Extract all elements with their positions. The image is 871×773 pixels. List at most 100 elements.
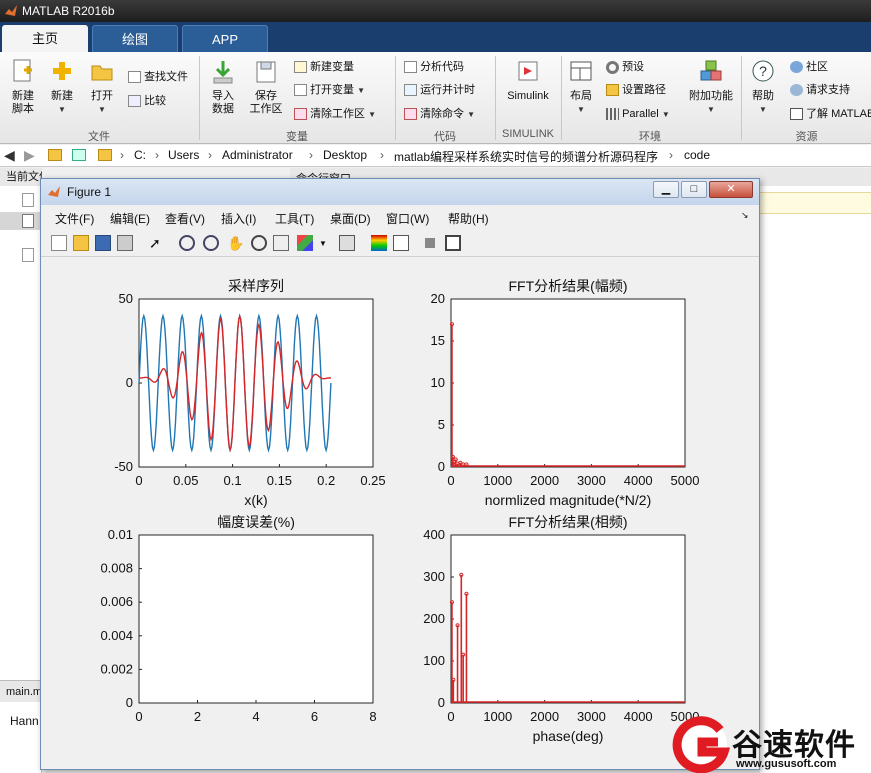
compare-button[interactable]: 比较: [128, 94, 166, 108]
breadcrumb-item[interactable]: Users: [168, 148, 199, 162]
clear-workspace-button[interactable]: 清除工作区 ▼: [294, 107, 376, 122]
x-tick-label: 0: [135, 709, 142, 724]
colorbar-icon[interactable]: [371, 235, 387, 251]
save-workspace-button[interactable]: 保存 工作区: [246, 58, 286, 116]
breadcrumb-separator: ›: [380, 148, 384, 162]
legend-icon[interactable]: [393, 235, 409, 251]
brush-icon[interactable]: [297, 235, 313, 251]
set-path-label: 设置路径: [622, 84, 667, 96]
breadcrumb-item[interactable]: Administrator: [222, 148, 293, 162]
minimize-button[interactable]: ▁: [653, 181, 679, 198]
layout-button[interactable]: 布局 ▼: [566, 58, 596, 116]
zoom-in-icon[interactable]: [179, 235, 195, 251]
menu-window[interactable]: 窗口(W): [386, 210, 429, 227]
run-and-time-icon: [404, 84, 417, 97]
tab-apps[interactable]: APP: [182, 25, 268, 52]
pointer-arrow-icon[interactable]: ➚: [149, 235, 165, 251]
tab-plots[interactable]: 绘图: [92, 25, 178, 52]
browse-folder-icon[interactable]: [72, 149, 86, 161]
dock-arrow-icon[interactable]: ↘: [741, 210, 749, 221]
chevron-down-icon: ▼: [577, 105, 585, 114]
open-file-icon[interactable]: [73, 235, 89, 251]
x-tick-label: 5000: [671, 473, 700, 488]
y-tick-label: 15: [431, 333, 445, 348]
breadcrumb-separator: ›: [120, 148, 124, 162]
import-data-button[interactable]: 导入 数据: [206, 58, 240, 116]
hide-plot-tools-icon[interactable]: [425, 238, 435, 248]
breadcrumb-item[interactable]: Desktop: [323, 148, 367, 162]
group-label-variable: 变量: [286, 131, 308, 143]
axes-box: [450, 298, 686, 468]
x-axis-label: normlized magnitude(*N/2): [485, 492, 652, 508]
analyze-code-label: 分析代码: [420, 61, 465, 73]
new-figure-icon[interactable]: [51, 235, 67, 251]
breadcrumb-item[interactable]: matlab编程采样系统实时信号的频谱分析源码程序: [394, 148, 658, 165]
show-plot-tools-icon[interactable]: [445, 235, 461, 251]
breadcrumb-item[interactable]: C:: [134, 148, 146, 162]
selected-file-row[interactable]: [0, 212, 42, 230]
help-question-icon: ?: [752, 60, 774, 82]
set-path-button[interactable]: 设置路径: [606, 83, 666, 97]
file-icon[interactable]: [22, 193, 34, 207]
tab-home[interactable]: 主页: [2, 25, 88, 52]
close-button[interactable]: ✕: [709, 181, 753, 198]
menu-view[interactable]: 查看(V): [165, 210, 205, 227]
up-folder-icon[interactable]: [48, 149, 62, 161]
menu-tools[interactable]: 工具(T): [275, 210, 314, 227]
figure-toolbar: ➚ ✋ ▼: [41, 229, 759, 257]
menu-desktop[interactable]: 桌面(D): [330, 210, 371, 227]
menu-insert[interactable]: 插入(I): [221, 210, 256, 227]
x-tick-label: 4000: [624, 473, 653, 488]
new-variable-label: 新建变量: [310, 61, 355, 73]
command-window-notice: [760, 192, 871, 214]
link-plot-icon[interactable]: [339, 235, 355, 251]
open-variable-button[interactable]: 打开变量 ▼: [294, 83, 365, 98]
new-variable-button[interactable]: 新建变量: [294, 60, 354, 74]
learn-matlab-label: 了解 MATLAB: [806, 108, 871, 120]
editor-text: Hann: [10, 714, 39, 728]
menu-file[interactable]: 文件(F): [55, 210, 94, 227]
figure-title: Figure 1: [67, 185, 112, 199]
analyze-code-button[interactable]: 分析代码: [404, 60, 464, 74]
data-cursor-icon[interactable]: [273, 235, 289, 251]
find-files-button[interactable]: 查找文件: [128, 70, 188, 84]
new-script-button[interactable]: 新建 脚本: [6, 58, 40, 116]
command-window[interactable]: [760, 186, 871, 773]
breadcrumb-item[interactable]: code: [684, 148, 710, 162]
chevron-down-icon: ▼: [661, 110, 670, 119]
new-button[interactable]: 新建 ▼: [46, 58, 78, 116]
editor-tab[interactable]: main.m: [0, 680, 42, 702]
find-files-label: 查找文件: [144, 71, 189, 83]
parallel-button[interactable]: Parallel ▼: [606, 107, 670, 122]
add-ons-label: 附加功能: [689, 90, 733, 102]
clear-workspace-icon: [294, 108, 307, 121]
file-icon[interactable]: [22, 248, 34, 262]
chevron-down-icon[interactable]: ▼: [319, 239, 327, 248]
rotate-3d-icon[interactable]: [251, 235, 267, 251]
chevron-down-icon: ▼: [58, 105, 66, 114]
add-ons-button[interactable]: 附加功能 ▼: [686, 58, 736, 116]
open-button[interactable]: 打开 ▼: [86, 58, 118, 116]
learn-matlab-button[interactable]: 了解 MATLAB: [790, 107, 871, 121]
back-arrow-icon[interactable]: ◀: [4, 147, 15, 164]
chevron-down-icon: ▼: [98, 105, 106, 114]
run-and-time-button[interactable]: 运行并计时: [404, 83, 475, 97]
zoom-out-icon[interactable]: [203, 235, 219, 251]
axes-title: 采样序列: [228, 278, 284, 294]
x-tick-label: 2: [194, 709, 201, 724]
community-button[interactable]: 社区: [790, 60, 828, 74]
help-button[interactable]: ? 帮助 ▼: [748, 58, 778, 116]
print-icon[interactable]: [117, 235, 133, 251]
clear-commands-button[interactable]: 清除命令 ▼: [404, 107, 475, 122]
preferences-button[interactable]: 预设: [606, 60, 644, 74]
menu-edit[interactable]: 编辑(E): [110, 210, 150, 227]
simulink-button[interactable]: Simulink: [502, 58, 554, 103]
save-figure-icon[interactable]: [95, 235, 111, 251]
menu-help[interactable]: 帮助(H): [448, 210, 489, 227]
x-tick-label: 0: [447, 473, 454, 488]
pan-hand-icon[interactable]: ✋: [227, 235, 244, 251]
maximize-button[interactable]: □: [681, 181, 707, 198]
forward-arrow-icon[interactable]: ▶: [24, 147, 35, 164]
request-support-button[interactable]: 请求支持: [790, 83, 850, 97]
import-arrow-icon: [213, 61, 233, 84]
